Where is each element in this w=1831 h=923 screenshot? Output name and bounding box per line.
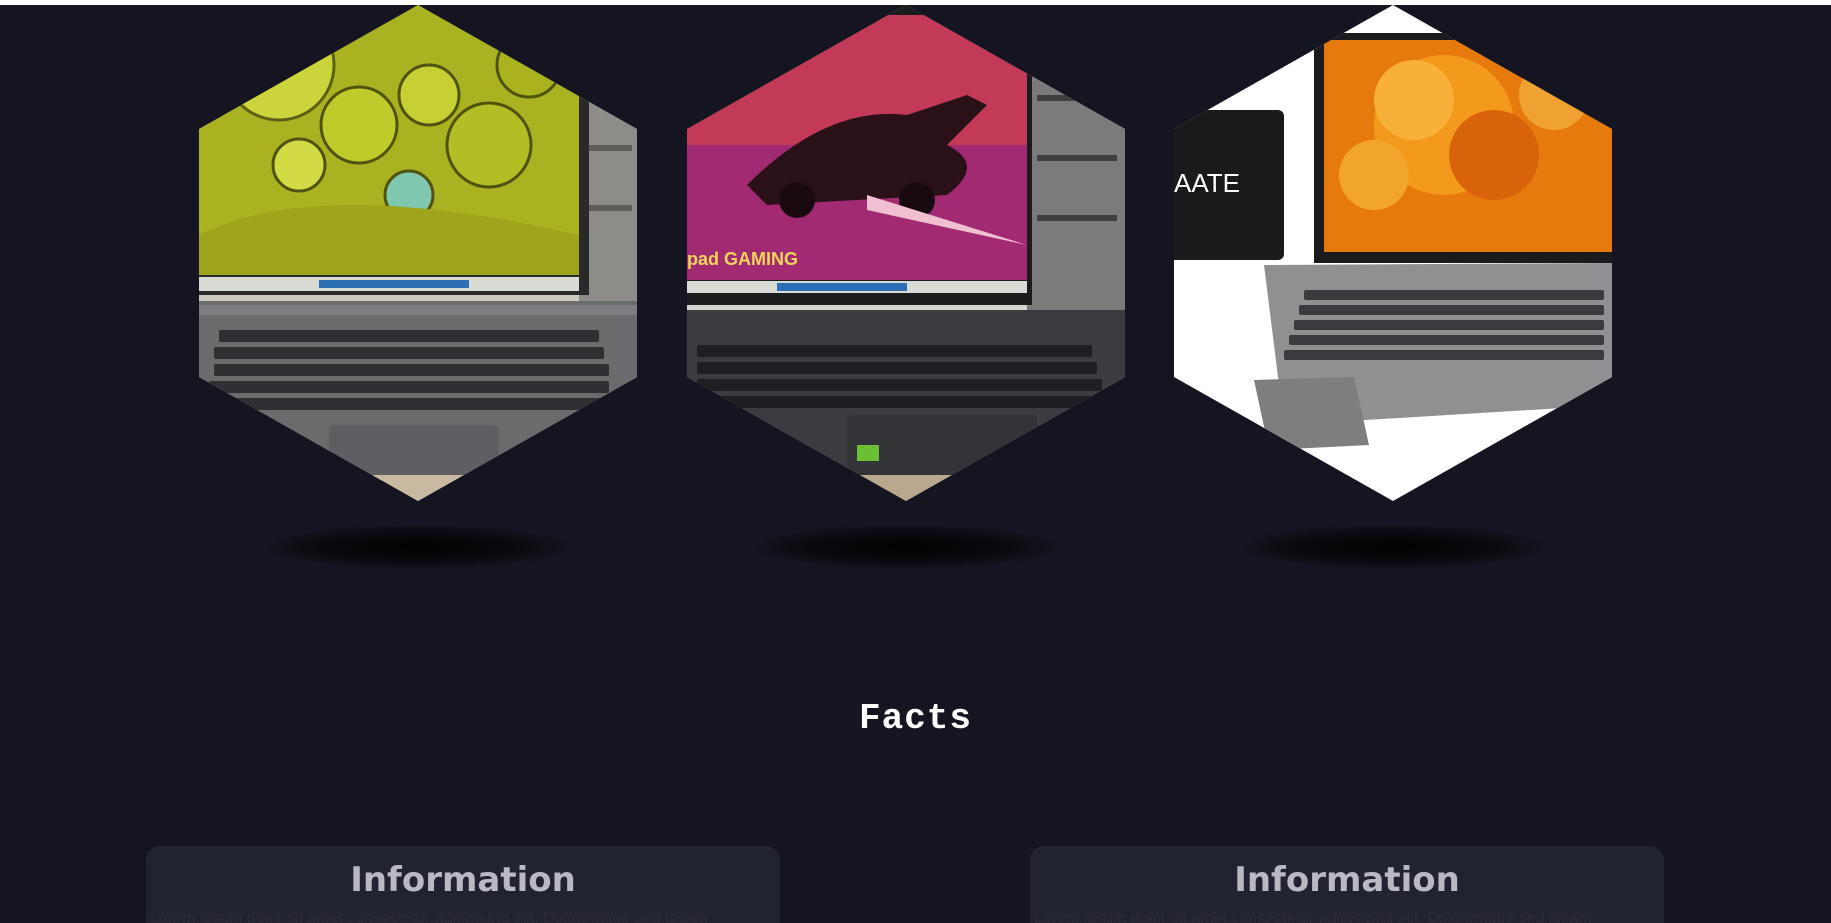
gaming-logo-text: pad GAMING <box>687 249 798 269</box>
laptop-image-2: pad GAMING <box>687 5 1125 501</box>
info-card-1: Information Lorem ipsum dolor sit amet c… <box>146 846 780 923</box>
info-card-text: Lorem ipsum dolor sit amet consectetur a… <box>1034 910 1592 923</box>
info-card-title: Information <box>350 860 576 900</box>
laptop-image-3: AATE <box>1174 5 1612 501</box>
hex-shadow <box>1243 525 1543 569</box>
info-card-title: Information <box>1234 860 1460 900</box>
box-label-text: AATE <box>1174 168 1240 198</box>
hex-shadow <box>268 525 568 569</box>
gallery-item-1[interactable] <box>199 5 637 569</box>
info-card-text: Lorem ipsum dolor sit amet consectetur a… <box>150 910 708 923</box>
facts-heading: Facts <box>858 698 973 739</box>
gallery-item-2[interactable]: pad GAMING <box>687 5 1125 569</box>
laptop-image-1 <box>199 5 637 501</box>
page: pad GAMING AATE Facts Information Lorem … <box>0 0 1831 923</box>
gallery-item-3[interactable]: AATE <box>1174 5 1612 569</box>
info-card-2: Information Lorem ipsum dolor sit amet c… <box>1030 846 1664 923</box>
hex-shadow <box>756 525 1056 569</box>
